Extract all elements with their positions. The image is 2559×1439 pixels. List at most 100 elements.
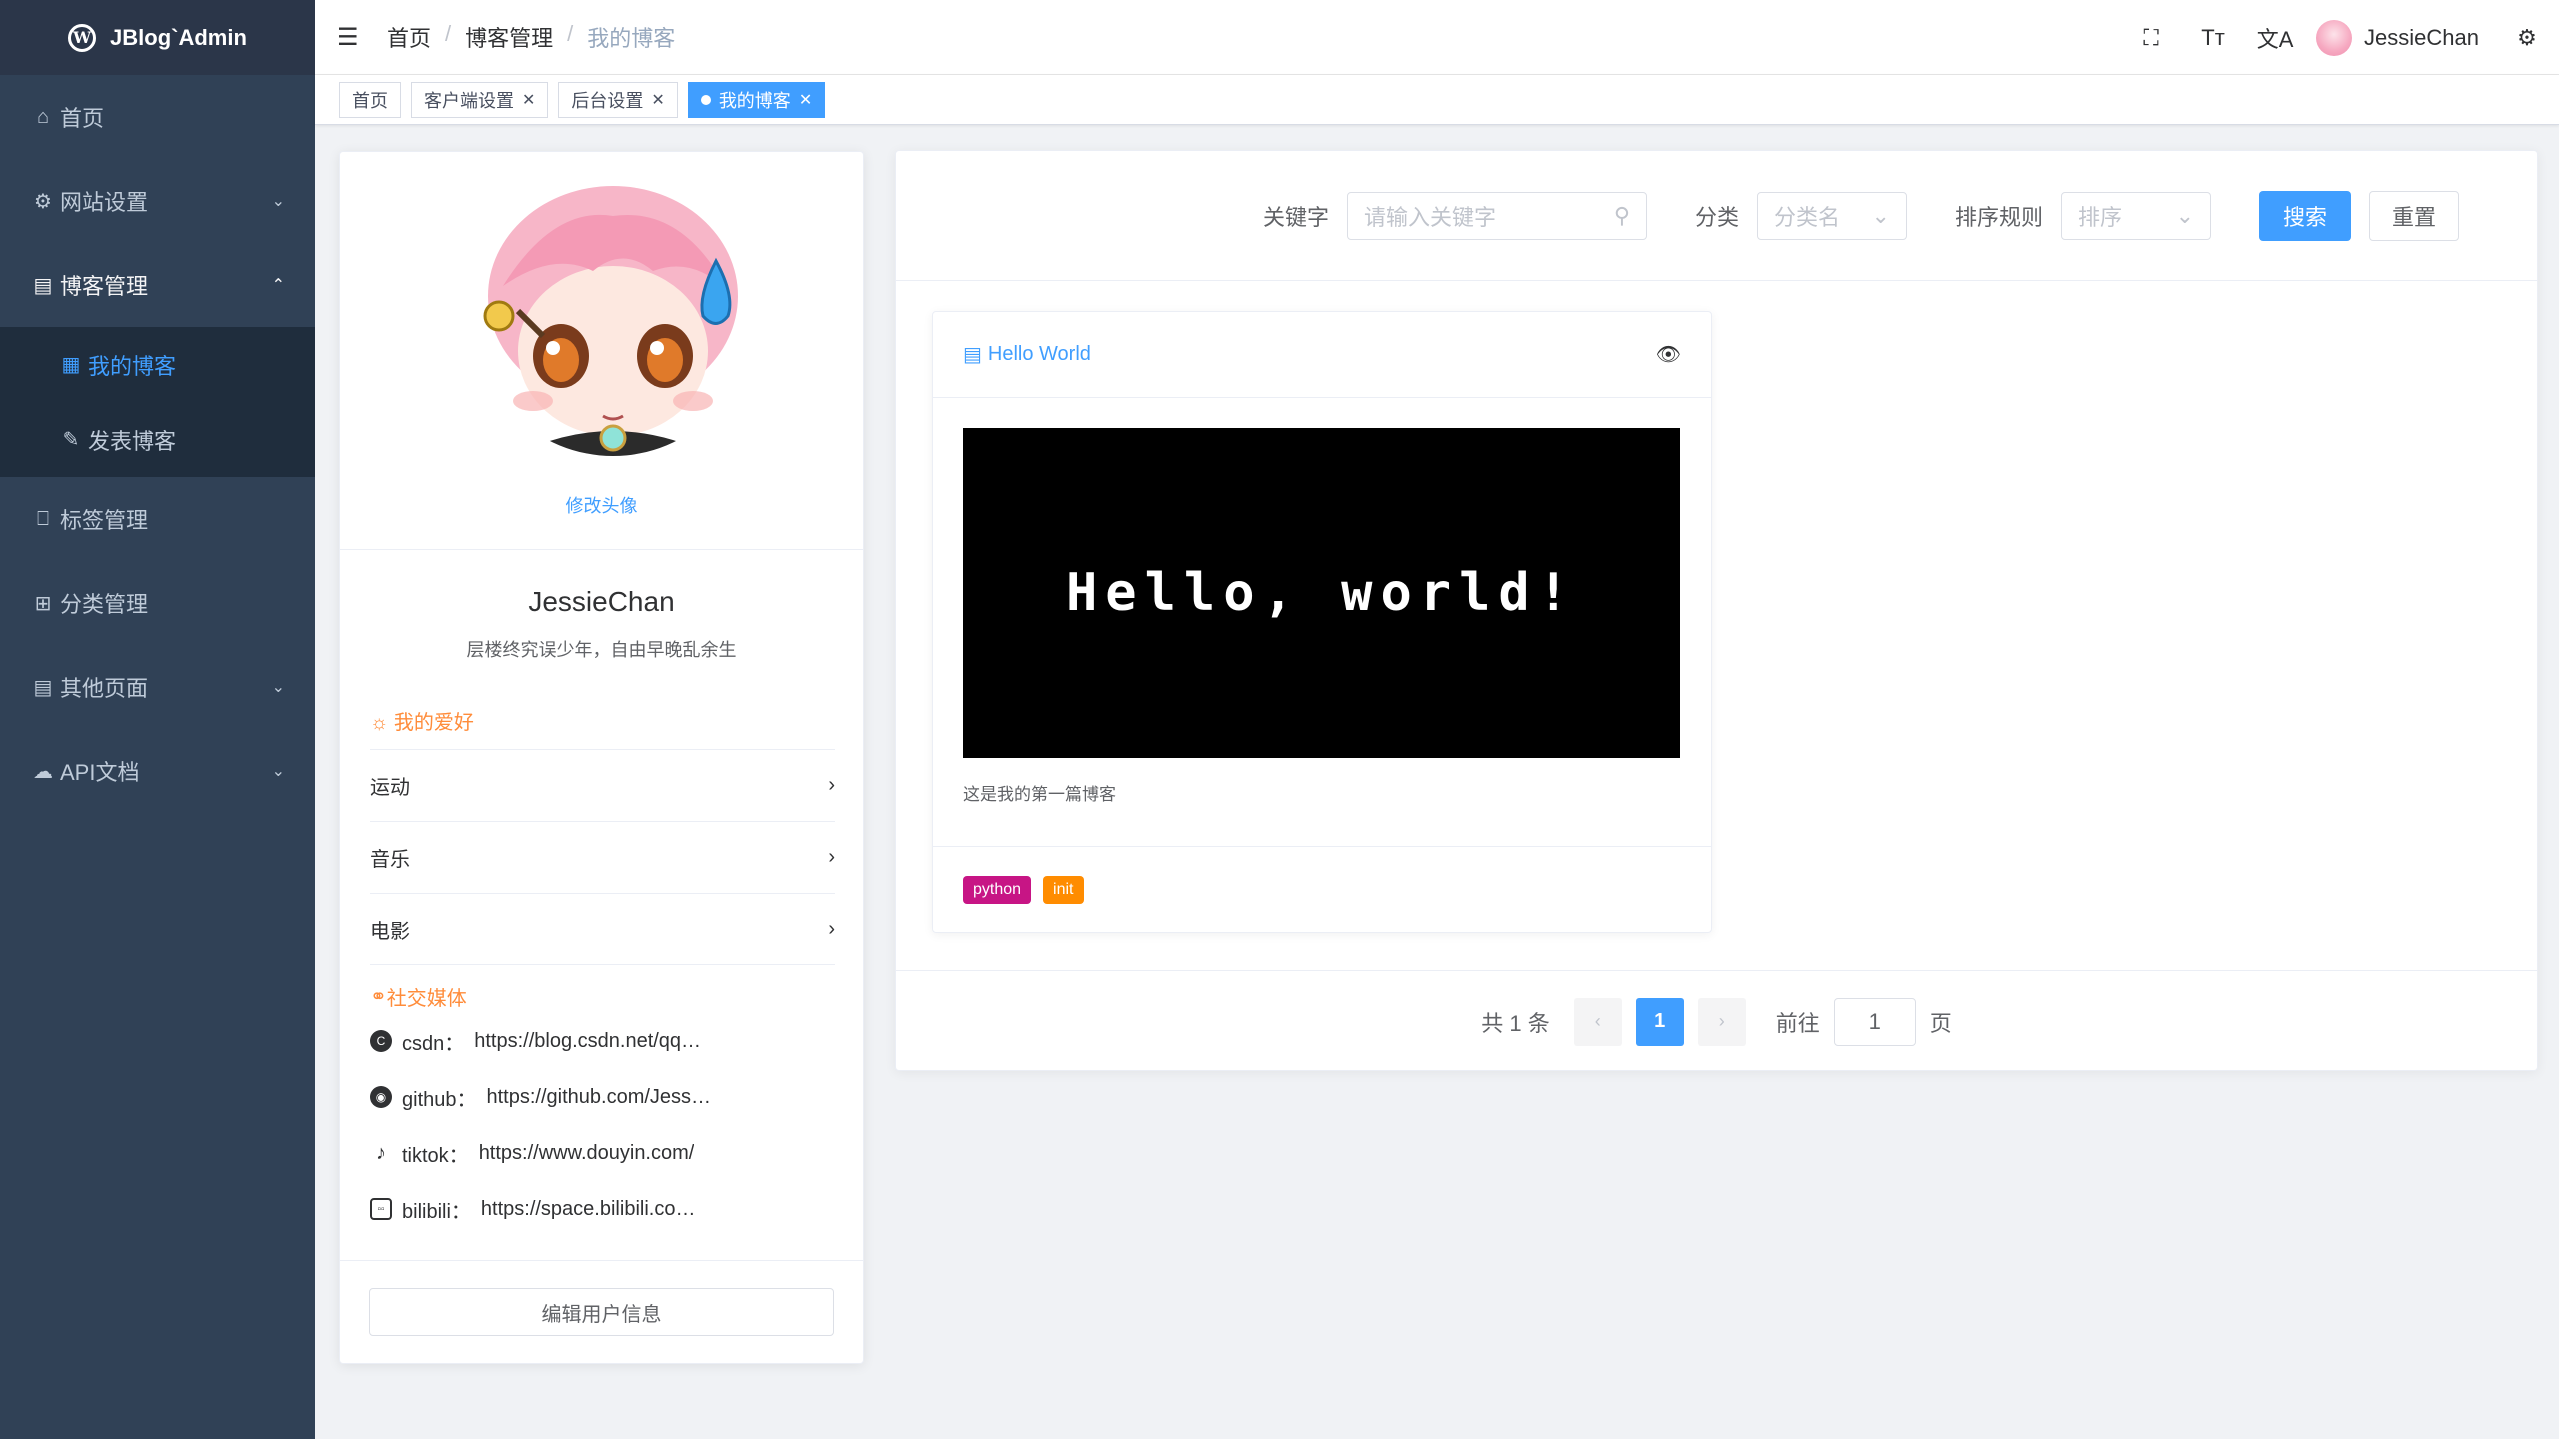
font-size-icon[interactable]: Tт [2182, 25, 2244, 51]
sidebar-item-tags[interactable]: ⎕ 标签管理 [0, 477, 315, 561]
hobby-item[interactable]: 音乐 › [370, 821, 835, 893]
logo-text: JBlog`Admin [110, 24, 247, 50]
document-icon: ▤ [963, 344, 982, 366]
sidebar-item-home[interactable]: ⌂ 首页 [0, 75, 315, 159]
breadcrumb-item: 我的博客 [587, 26, 676, 51]
blog-cover-image[interactable]: Hello, world! [963, 428, 1680, 758]
document-icon: ▤ [33, 676, 53, 699]
page-number[interactable]: 1 [1635, 997, 1684, 1046]
social-tiktok[interactable]: ♪ tiktok： https://www.douyin.com/ [370, 1125, 863, 1181]
sidebar-item-categories[interactable]: ⊞ 分类管理 [0, 561, 315, 645]
search-button[interactable]: 搜索 [2259, 190, 2351, 241]
chevron-down-icon: ⌄ [271, 679, 285, 696]
social-github[interactable]: ◉ github： https://github.com/Jess… [370, 1069, 863, 1125]
sidebar-item-other-pages[interactable]: ▤ 其他页面 ⌄ [0, 645, 315, 729]
grid-icon: ⊞ [34, 592, 52, 615]
blog-description: 这是我的第一篇博客 [963, 785, 1116, 804]
social-url[interactable]: https://github.com/Jess… [487, 1086, 712, 1109]
chevron-up-icon: ⌃ [271, 277, 285, 294]
hobby-item[interactable]: 电影 › [370, 893, 835, 965]
social-csdn[interactable]: C csdn： https://blog.csdn.net/qq… [370, 1013, 863, 1069]
keyword-label: 关键字 [1262, 204, 1329, 230]
settings-icon[interactable]: ⚙ [2507, 25, 2547, 51]
chevron-down-icon: ⌄ [271, 763, 285, 780]
profile-header: 修改头像 [340, 152, 863, 550]
sidebar-item-label: 博客管理 [60, 274, 149, 299]
social-url[interactable]: https://blog.csdn.net/qq… [474, 1030, 701, 1053]
keyword-placeholder: 请输入关键字 [1363, 204, 1496, 230]
tag-admin-settings[interactable]: 后台设置 ✕ [558, 81, 678, 118]
profile-card: 修改头像 JessieChan 层楼终究误少年，自由早晚乱余生 ☼ 我的爱好 运… [339, 151, 864, 1364]
user-dropdown[interactable]: JessieChan [2316, 19, 2479, 56]
breadcrumb-item[interactable]: 首页 [387, 21, 431, 53]
sort-select[interactable]: 排序 ⌄ [2061, 191, 2211, 240]
sort-placeholder: 排序 [2078, 204, 2123, 230]
pagination-total: 共 1 条 [1481, 1010, 1550, 1036]
sidebar-item-label: 网站设置 [60, 190, 149, 215]
prev-page-button[interactable]: ‹ [1573, 997, 1622, 1046]
sidebar-item-label: 其他页面 [60, 676, 149, 701]
close-icon[interactable]: ✕ [522, 90, 535, 110]
sidebar: W JBlog`Admin ⌂ 首页 ⚙ 网站设置 ⌄ ▤ 博客管理 ⌃ ▦ 我… [0, 0, 315, 1439]
logo[interactable]: W JBlog`Admin [0, 0, 315, 75]
reset-button[interactable]: 重置 [2369, 190, 2459, 241]
tag-home[interactable]: 首页 [339, 81, 401, 118]
breadcrumb-separator: / [445, 21, 452, 46]
page-jumper: 前往 1 页 [1775, 997, 1952, 1046]
page-suffix: 页 [1929, 1010, 1952, 1036]
change-avatar-link[interactable]: 修改头像 [340, 492, 863, 518]
blog-card-footer: python init [933, 846, 1711, 932]
hamburger-icon[interactable]: ☰ [337, 23, 373, 52]
tiktok-icon: ♪ [370, 1142, 392, 1164]
breadcrumb-item[interactable]: 博客管理 [465, 21, 553, 53]
cloud-icon: ☁ [33, 760, 53, 783]
chevron-right-icon: › [828, 774, 835, 796]
cover-image-text: Hello, world! [1066, 563, 1577, 623]
social-title-text: 社交媒体 [386, 987, 467, 1010]
social-name: tiktok： [402, 1144, 469, 1167]
breadcrumb-separator: / [567, 21, 574, 46]
social-url[interactable]: https://www.douyin.com/ [479, 1142, 695, 1165]
tag-badge[interactable]: python [963, 875, 1032, 904]
close-icon[interactable]: ✕ [799, 90, 812, 110]
tag-badge[interactable]: init [1043, 875, 1084, 904]
tag-label: 后台设置 [571, 90, 644, 111]
hobby-item[interactable]: 运动 › [370, 749, 835, 821]
close-icon[interactable]: ✕ [651, 90, 664, 110]
keyword-input[interactable]: 请输入关键字 ⚲ [1346, 191, 1647, 240]
sidebar-item-label: 分类管理 [60, 592, 149, 617]
search-icon: ⚲ [1613, 202, 1630, 228]
eye-icon[interactable]: 👁 [1656, 342, 1681, 367]
sidebar-item-site-settings[interactable]: ⚙ 网站设置 ⌄ [0, 159, 315, 243]
header: ☰ 首页 / 博客管理 / 我的博客 ⛶ Tт 文A JessieChan ⚙ [315, 0, 2559, 75]
edit-user-button[interactable]: 编辑用户信息 [369, 1288, 834, 1336]
bilibili-icon: ▫▫ [370, 1198, 392, 1220]
tag-my-blog[interactable]: 我的博客 ✕ [687, 81, 826, 118]
tags-view: 首页 客户端设置 ✕ 后台设置 ✕ 我的博客 ✕ [315, 75, 2559, 125]
sidebar-item-blog-manage[interactable]: ▤ 博客管理 ⌃ [0, 243, 315, 327]
next-page-button[interactable]: › [1697, 997, 1746, 1046]
sidebar-item-post-blog[interactable]: ✎ 发表博客 [0, 402, 315, 477]
translate-icon[interactable]: 文A [2244, 22, 2306, 54]
sidebar-item-label: 标签管理 [60, 508, 149, 533]
github-icon: ◉ [370, 1086, 392, 1108]
home-icon: ⌂ [36, 105, 50, 128]
category-select[interactable]: 分类名 ⌄ [1756, 191, 1907, 240]
blog-title-link[interactable]: ▤ Hello World [963, 342, 1091, 367]
profile-avatar[interactable] [473, 176, 753, 456]
social-bilibili[interactable]: ▫▫ bilibili： https://space.bilibili.co… [370, 1181, 863, 1237]
tag-client-settings[interactable]: 客户端设置 ✕ [411, 81, 549, 118]
profile-footer: 编辑用户信息 [340, 1260, 863, 1363]
blog-title: Hello World [987, 343, 1091, 365]
goto-label: 前往 [1775, 1010, 1820, 1036]
gear-icon: ⚙ [34, 190, 52, 213]
fullscreen-icon[interactable]: ⛶ [2120, 25, 2182, 51]
header-right: ⛶ Tт 文A JessieChan ⚙ [2120, 0, 2559, 75]
sidebar-item-api-docs[interactable]: ☁ API文档 ⌄ [0, 729, 315, 813]
document-icon: ▤ [33, 274, 53, 297]
social-section-title: ⚭ 社交媒体 [370, 979, 863, 1013]
search-form: 关键字 请输入关键字 ⚲ 分类 分类名 ⌄ 排序规则 排序 ⌄ 搜索 重置 [896, 151, 2537, 281]
sidebar-item-my-blog[interactable]: ▦ 我的博客 [0, 327, 315, 402]
social-url[interactable]: https://space.bilibili.co… [481, 1198, 696, 1221]
goto-page-input[interactable]: 1 [1833, 997, 1916, 1046]
